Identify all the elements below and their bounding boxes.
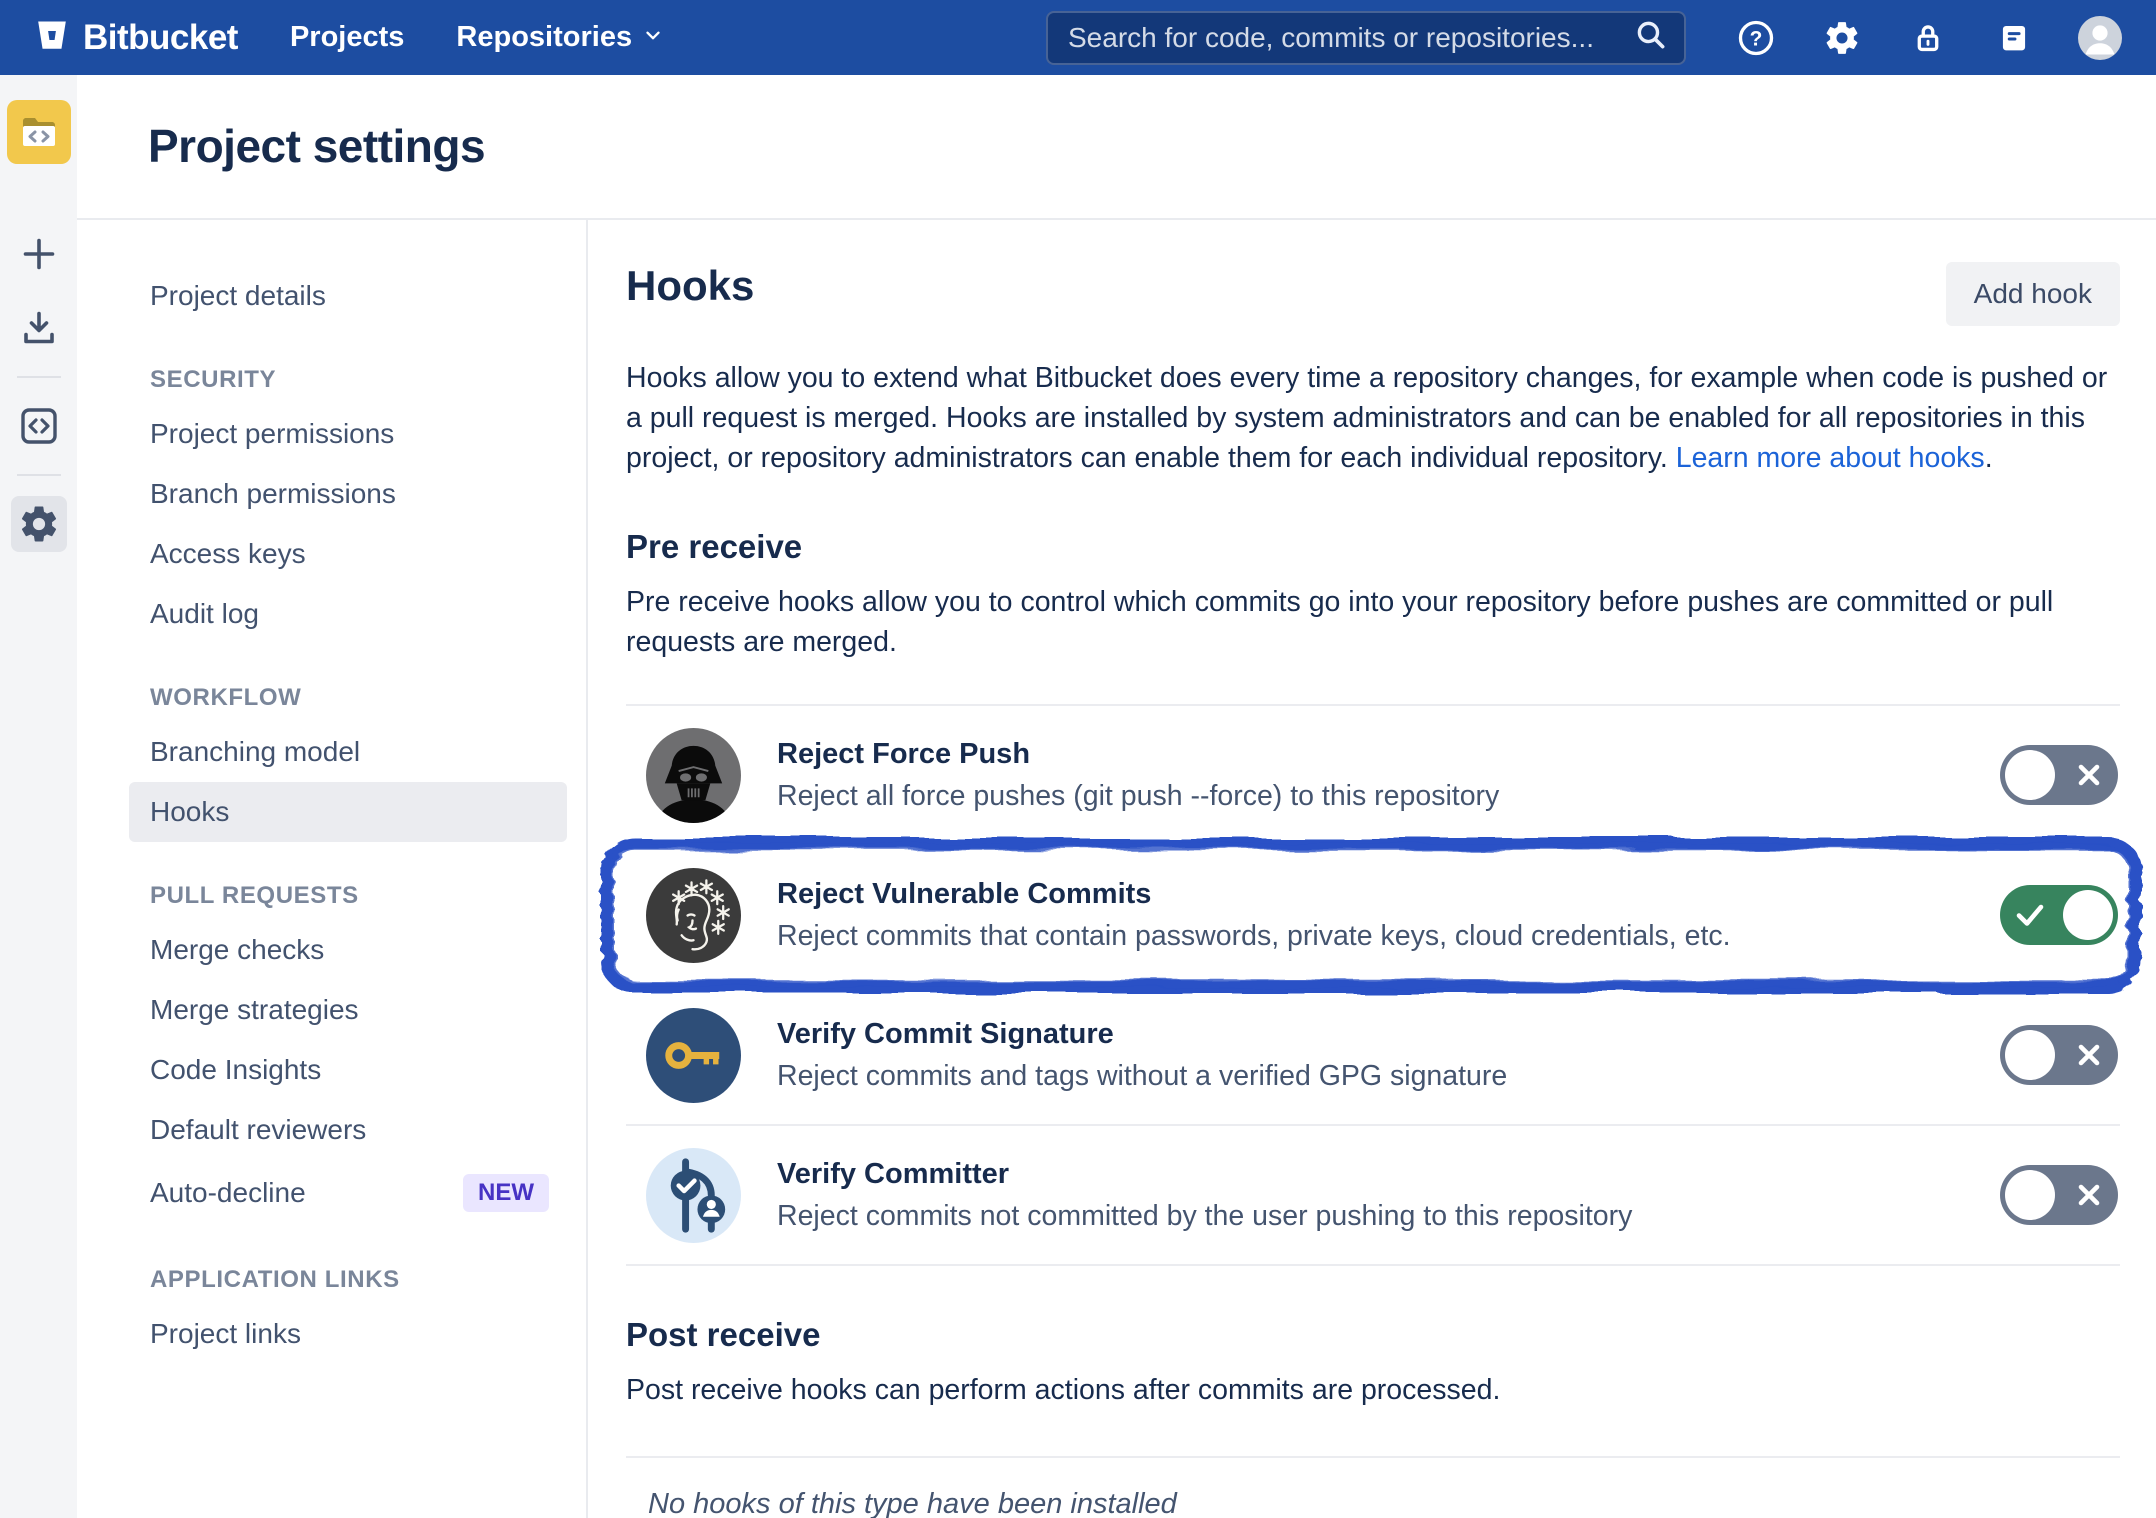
commit-graph-avatar [646,1148,741,1243]
sidebar-item-auto-decline[interactable]: Auto-decline NEW [129,1160,567,1226]
sidebar-section-application-links: APPLICATION LINKS [129,1266,567,1294]
learn-more-link[interactable]: Learn more about hooks [1676,442,1985,474]
sidebar-item-access-keys[interactable]: Access keys [129,524,567,584]
page-header: Project settings [77,75,2156,218]
hook-row-reject-vulnerable-commits: Reject Vulnerable Commits Reject commits… [626,846,2120,986]
sidebar-item-branch-permissions[interactable]: Branch permissions [129,464,567,524]
pre-receive-description: Pre receive hooks allow you to control w… [626,582,2120,662]
search-box[interactable] [1046,11,1686,65]
hook-title: Reject Force Push [777,738,1499,771]
sidebar-item-merge-strategies[interactable]: Merge strategies [129,980,567,1040]
x-icon [2076,762,2102,788]
bitbucket-logo-icon [34,17,70,58]
app-icon-rail [0,75,77,1518]
toggle-knob [2005,750,2055,800]
page-title: Project settings [148,119,2156,173]
rail-divider [17,474,61,476]
add-hook-button[interactable]: Add hook [1946,262,2120,326]
hooks-heading: Hooks [626,262,754,310]
hook-description: Reject all force pushes (git push --forc… [777,780,1499,813]
rail-settings-gear-icon[interactable] [11,496,67,552]
rail-divider [17,376,61,378]
settings-sidebar: Project details SECURITY Project permiss… [77,220,588,1518]
x-icon [2076,1042,2102,1068]
gold-key-avatar [646,1008,741,1103]
svg-text:?: ? [1750,27,1763,50]
lock-icon[interactable] [1906,16,1950,60]
pre-receive-hook-list: Reject Force Push Reject all force pushe… [626,704,2120,1266]
toggle-knob [2005,1030,2055,1080]
hooks-panel: Hooks Add hook Hooks allow you to extend… [588,220,2156,1518]
sidebar-item-branching-model[interactable]: Branching model [129,722,567,782]
x-icon [2076,1182,2102,1208]
sidebar-item-project-details[interactable]: Project details [129,266,567,326]
hook-title: Verify Commit Signature [777,1018,1507,1051]
sidebar-item-code-insights[interactable]: Code Insights [129,1040,567,1100]
post-receive-empty-message: No hooks of this type have been installe… [648,1488,2120,1518]
hook-description: Reject commits that contain passwords, p… [777,920,1731,953]
sidebar-section-security: SECURITY [129,366,567,394]
sidebar-item-default-reviewers[interactable]: Default reviewers [129,1100,567,1160]
face-with-stars-avatar [646,868,741,963]
project-avatar[interactable] [7,100,71,164]
sidebar-item-hooks[interactable]: Hooks [129,782,567,842]
hooks-intro: Hooks allow you to extend what Bitbucket… [626,358,2120,478]
sidebar-section-workflow: WORKFLOW [129,684,567,712]
nav-link-repositories[interactable]: Repositories [456,21,664,54]
hook-row-verify-committer: Verify Committer Reject commits not comm… [626,1126,2120,1266]
user-avatar[interactable] [2078,16,2122,60]
toggle-verify-committer[interactable] [2000,1165,2118,1225]
hook-title: Verify Committer [777,1158,1632,1191]
brand-name: Bitbucket [83,18,238,58]
check-icon [2015,902,2045,928]
darth-vader-avatar [646,728,741,823]
sidebar-item-merge-checks[interactable]: Merge checks [129,920,567,980]
code-source-icon[interactable] [11,398,67,454]
hook-row-reject-force-push: Reject Force Push Reject all force pushe… [626,706,2120,846]
search-input[interactable] [1068,22,1634,54]
hook-title: Reject Vulnerable Commits [777,878,1731,911]
sidebar-item-project-permissions[interactable]: Project permissions [129,404,567,464]
toggle-reject-vulnerable-commits[interactable] [2000,885,2118,945]
search-icon[interactable] [1634,18,1668,57]
settings-gear-icon[interactable] [1820,16,1864,60]
sidebar-item-project-links[interactable]: Project links [129,1304,567,1364]
toggle-verify-commit-signature[interactable] [2000,1025,2118,1085]
post-receive-heading: Post receive [626,1316,2120,1354]
hook-description: Reject commits not committed by the user… [777,1200,1632,1233]
pre-receive-heading: Pre receive [626,528,2120,566]
chevron-down-icon [642,21,664,54]
post-receive-description: Post receive hooks can perform actions a… [626,1370,2120,1410]
toggle-reject-force-push[interactable] [2000,745,2118,805]
hook-description: Reject commits and tags without a verifi… [777,1060,1507,1093]
top-navbar: Bitbucket Projects Repositories ? [0,0,2156,75]
feedback-notes-icon[interactable] [1992,16,2036,60]
hook-row-verify-commit-signature: Verify Commit Signature Reject commits a… [626,986,2120,1126]
nav-link-projects[interactable]: Projects [290,21,404,54]
create-plus-icon[interactable] [11,226,67,282]
help-icon[interactable]: ? [1734,16,1778,60]
clone-download-icon[interactable] [11,300,67,356]
toggle-knob [2005,1170,2055,1220]
bitbucket-logo[interactable]: Bitbucket [34,17,238,58]
sidebar-section-pull-requests: PULL REQUESTS [129,882,567,910]
sidebar-item-audit-log[interactable]: Audit log [129,584,567,644]
navbar-icon-group: ? [1734,16,2122,60]
post-receive-divider [626,1456,2120,1458]
new-badge: NEW [463,1174,549,1212]
toggle-knob [2063,890,2113,940]
